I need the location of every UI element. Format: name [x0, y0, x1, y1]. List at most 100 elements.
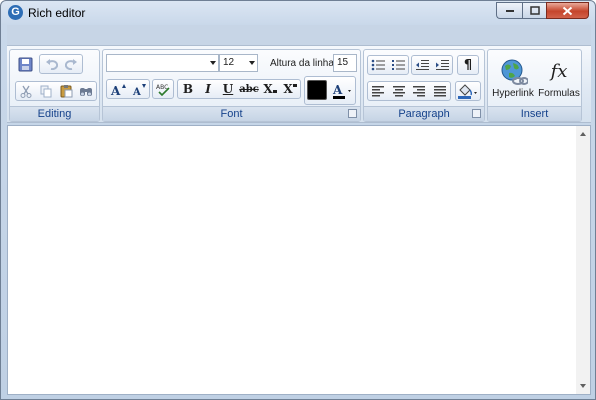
maximize-icon — [529, 6, 540, 15]
superscript-marker-icon — [292, 84, 297, 87]
cut-button[interactable] — [17, 82, 35, 100]
justify-icon — [433, 85, 446, 96]
minimize-icon — [505, 9, 514, 12]
align-left-icon — [372, 85, 385, 96]
copy-button[interactable] — [37, 82, 55, 100]
align-left-button[interactable] — [369, 82, 387, 100]
svg-text:A: A — [110, 84, 121, 96]
decrease-indent-button[interactable] — [413, 56, 431, 74]
align-center-button[interactable] — [390, 82, 408, 100]
binoculars-icon — [80, 88, 92, 96]
bullet-list-button[interactable] — [369, 56, 387, 74]
formulas-button[interactable]: fx Formulas — [538, 53, 580, 103]
paint-bucket-icon — [458, 83, 477, 99]
paragraph-group-label: Paragraph — [364, 106, 484, 121]
font-name-combo[interactable] — [106, 54, 219, 72]
indent-icon — [436, 60, 449, 70]
grow-font-icon: A — [110, 83, 126, 96]
grow-font-button[interactable]: A — [109, 80, 127, 98]
line-height-label: Altura da linha: — [270, 58, 337, 69]
paste-icon — [60, 85, 72, 98]
undo-redo-frame — [39, 54, 83, 74]
increase-indent-button[interactable] — [433, 56, 451, 74]
spellcheck-icon: ABC — [156, 84, 170, 96]
save-button[interactable] — [15, 54, 35, 74]
window: G Rich editor Editing 12 Altura da linha… — [0, 0, 596, 400]
align-right-icon — [413, 85, 426, 96]
formulas-label: Formulas — [538, 87, 580, 99]
ribbon-tab-strip — [7, 25, 591, 45]
editing-group: Editing — [9, 49, 100, 122]
cut-icon — [20, 85, 32, 98]
align-right-button[interactable] — [410, 82, 428, 100]
close-icon — [562, 6, 573, 15]
hyperlink-button[interactable]: Hyperlink — [490, 53, 536, 103]
numbered-list-button[interactable] — [389, 56, 407, 74]
font-color-swatch[interactable] — [307, 80, 327, 100]
font-size-step-frame: A A — [106, 79, 150, 99]
numbered-list-icon — [392, 60, 405, 70]
alignment-frame — [367, 81, 451, 101]
clipboard-frame — [15, 81, 97, 101]
font-group-label: Font — [103, 106, 360, 121]
underline-button[interactable]: U — [219, 80, 237, 98]
redo-button[interactable] — [61, 55, 81, 73]
strikethrough-button[interactable]: abc — [239, 80, 259, 98]
scroll-up-icon[interactable] — [580, 132, 586, 136]
paste-button[interactable] — [57, 82, 75, 100]
shrink-font-button[interactable]: A — [130, 80, 148, 98]
app-icon: G — [8, 5, 23, 20]
superscript-glyph: X — [283, 82, 293, 96]
color-frame: A — [304, 76, 356, 105]
outdent-icon — [416, 60, 429, 70]
undo-button[interactable] — [41, 55, 61, 73]
minimize-button[interactable] — [496, 2, 522, 19]
title-bar[interactable]: G Rich editor — [1, 1, 595, 25]
vertical-scrollbar[interactable] — [576, 126, 590, 394]
window-title: Rich editor — [28, 6, 86, 20]
bold-button[interactable]: B — [179, 80, 197, 98]
hyperlink-label: Hyperlink — [492, 87, 534, 99]
undo-icon — [45, 58, 58, 70]
copy-icon — [40, 85, 51, 97]
redo-icon — [64, 58, 77, 70]
insert-group: Hyperlink fx Formulas Insert — [487, 49, 582, 122]
justify-button[interactable] — [431, 82, 449, 100]
paragraph-group: ¶ Paragraph — [363, 49, 485, 122]
paragraph-dialog-launcher[interactable] — [472, 109, 481, 118]
font-size-combo[interactable]: 12 — [219, 54, 258, 72]
svg-text:A: A — [132, 87, 141, 96]
list-frame — [367, 55, 409, 75]
find-button[interactable] — [77, 82, 95, 100]
insert-group-label: Insert — [488, 106, 581, 121]
align-center-icon — [392, 85, 405, 96]
maximize-button[interactable] — [522, 2, 546, 19]
scroll-down-icon[interactable] — [580, 384, 586, 388]
text-color-icon: A — [332, 83, 351, 99]
subscript-glyph: X — [263, 82, 273, 96]
font-group: 12 Altura da linha: 15 A A ABC B I U abc — [102, 49, 361, 122]
close-button[interactable] — [546, 2, 589, 19]
text-color-button[interactable]: A — [330, 80, 354, 101]
ribbon: Editing 12 Altura da linha: 15 A A ABC B… — [7, 45, 591, 123]
svg-text:A: A — [332, 83, 343, 97]
italic-button[interactable]: I — [199, 80, 217, 98]
shading-button[interactable] — [455, 81, 481, 101]
bullet-list-icon — [371, 59, 385, 71]
document-editor[interactable] — [7, 125, 591, 395]
show-formatting-button[interactable]: ¶ — [457, 55, 479, 75]
editing-group-label: Editing — [10, 106, 99, 121]
formula-icon: fx — [550, 60, 568, 82]
shrink-font-icon: A — [132, 83, 146, 96]
font-dialog-launcher[interactable] — [348, 109, 357, 118]
line-height-input[interactable]: 15 — [333, 54, 357, 72]
subscript-button[interactable]: X — [261, 80, 279, 98]
superscript-button[interactable]: X — [281, 80, 299, 98]
chevron-down-icon — [249, 61, 255, 65]
font-size-value: 12 — [223, 57, 235, 68]
chevron-down-icon — [210, 61, 216, 65]
globe-link-icon — [501, 59, 528, 85]
caption-buttons — [496, 2, 589, 19]
save-icon — [18, 57, 32, 71]
spellcheck-button[interactable]: ABC — [152, 79, 174, 99]
